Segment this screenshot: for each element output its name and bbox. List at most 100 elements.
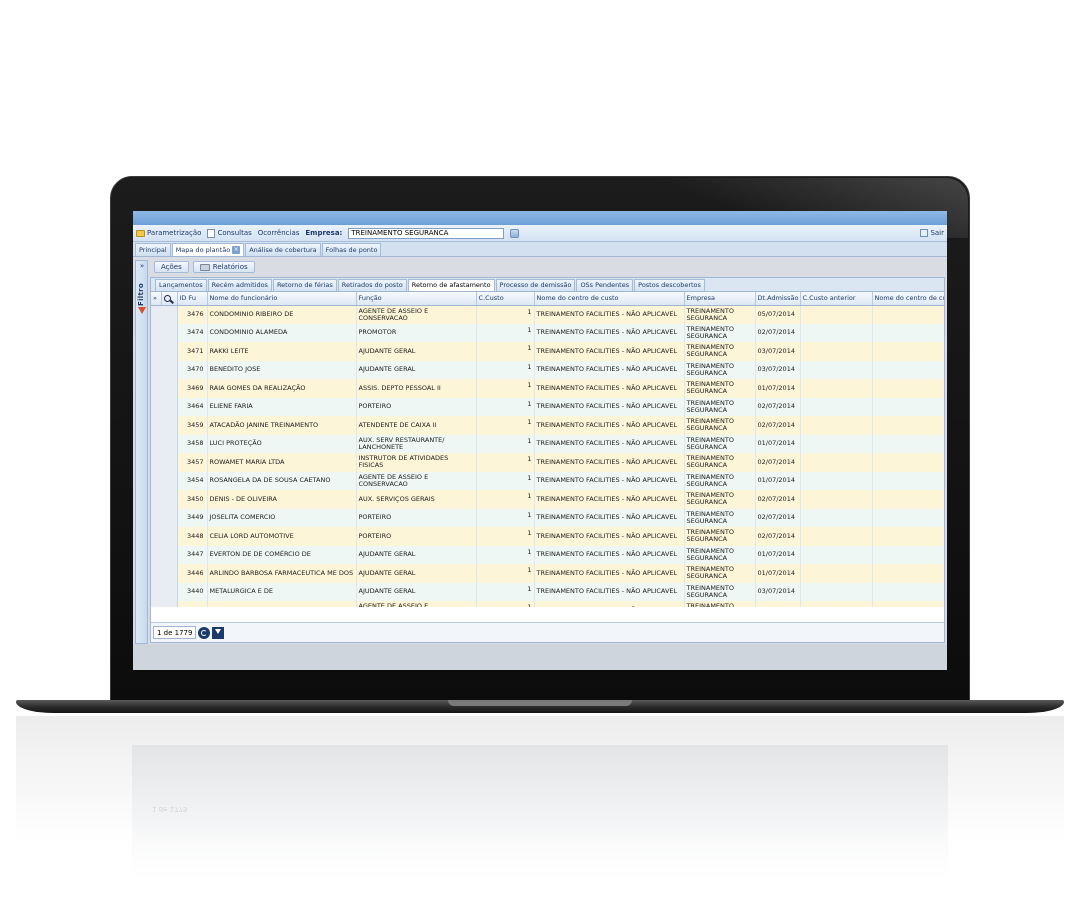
row-selector[interactable] (151, 434, 178, 453)
tab-analise-de-cobertura[interactable]: Análise de cobertura (245, 243, 321, 256)
download-icon[interactable] (212, 626, 225, 639)
row-selector[interactable] (151, 360, 178, 379)
header-search[interactable] (161, 292, 178, 306)
tab-mapa-do-plantao[interactable]: Mapa do plantão × (171, 243, 245, 256)
cell-admissao: 30/06/2014 (755, 601, 801, 607)
table-row[interactable]: 3450 DENIS - DE OLIVEIRA AUX. SERVIÇOS GER… (151, 490, 944, 509)
header-centro[interactable]: Nome do centro de custo (534, 292, 685, 306)
subtab-5[interactable]: Processo de demissão (495, 279, 576, 291)
cell-empty (800, 490, 873, 509)
subtab-0[interactable]: Lançamentos (155, 279, 207, 291)
cell-nome: CONDOMINIO ALAMEDA (207, 323, 357, 342)
menu-ocorrencias[interactable]: Ocorrências (258, 229, 300, 237)
row-selector[interactable] (151, 397, 178, 416)
row-selector[interactable] (151, 545, 178, 564)
menu-consultas[interactable]: Consultas (207, 228, 252, 238)
table-row[interactable]: 3454 ROSANGELA DA DE SOUSA CAETANO AGENTE … (151, 471, 944, 490)
tab-analise-label: Análise de cobertura (249, 246, 317, 254)
header-admissao[interactable]: Dt.Admissão (755, 292, 801, 306)
subtab-4[interactable]: Retorno de afastamento (407, 279, 495, 291)
cell-ccusto: 1 (476, 397, 535, 416)
row-selector[interactable] (151, 582, 178, 601)
cell-funcao: PORTEIRO (356, 508, 477, 527)
header-centro-anterior[interactable]: Nome do centro de custo (872, 292, 944, 306)
cell-ccusto: 1 (476, 471, 535, 490)
table-row[interactable]: 3459 ATACADÃO JANINE TREINAMENTO ATENDENTE… (151, 416, 944, 435)
table-row[interactable]: 3440 METALURGICA E DE AJUDANTE GERAL 1 TREIN… (151, 582, 944, 601)
table-row[interactable]: 3464 ELIENE FARIA PORTEIRO 1 TREINAMENTO FAC… (151, 397, 944, 416)
subtab-6[interactable]: OSs Pendentes (576, 279, 634, 291)
row-selector[interactable] (151, 490, 178, 509)
cell-empty (800, 545, 873, 564)
header-empresa[interactable]: Empresa (684, 292, 756, 306)
document-icon (207, 228, 216, 238)
cell-admissao: 03/07/2014 (755, 582, 801, 601)
subtab-1[interactable]: Recém admitidos (207, 279, 272, 291)
table-row[interactable]: 3470 BENEDITO JOSE AJUDANTE GERAL 1 TREINAME… (151, 360, 944, 379)
table-row[interactable]: 3446 ARLINDO BARBOSA FARMACEUTICA ME DOS A… (151, 564, 944, 583)
cell-nome: EVERTON DE DE COMÉRCIO DE (207, 545, 357, 564)
row-selector[interactable] (151, 453, 178, 472)
cell-nome: CONDOMINIO RIBEIRO DE (207, 305, 357, 324)
table-row[interactable]: 3448 CELIA LORD AUTOMOTIVE PORTEIRO 1 TREINA… (151, 527, 944, 546)
table-row[interactable]: 3474 CONDOMINIO ALAMEDA PROMOTOR 1 TREINAMEN… (151, 323, 944, 342)
subtab-7[interactable]: Postos descobertos (634, 279, 705, 291)
row-selector[interactable] (151, 564, 178, 583)
header-ccusto-anterior[interactable]: C.Custo anterior (800, 292, 873, 306)
cell-centro: TREINAMENTO FACILITIES - NÃO APLICAVEL (534, 323, 685, 342)
logout-button[interactable]: Sair (920, 229, 944, 237)
window-top-strip (133, 211, 947, 225)
row-selector[interactable] (151, 601, 178, 607)
cell-id: 3469 (177, 379, 208, 398)
expand-filter-icon[interactable]: » (137, 262, 147, 272)
cell-funcao: ASSIS. DEPTO PESSOAL II (356, 379, 477, 398)
app-screen: Parametrização Consultas Ocorrências Emp… (133, 211, 947, 670)
filter-panel-collapsed[interactable]: » Filtro (135, 260, 148, 644)
search-icon[interactable] (163, 294, 171, 302)
tab-principal[interactable]: Principal (135, 243, 171, 256)
table-row[interactable]: 3458 LUCI PROTEÇÃO AUX. SERV RESTAURANTE/ … (151, 434, 944, 453)
actions-button[interactable]: Ações (154, 261, 189, 273)
tab-folhas-label: Folhas de ponto (325, 246, 378, 254)
printer-icon (199, 263, 210, 271)
page-indicator[interactable]: 1 de 1779 (153, 626, 197, 639)
cell-funcao: INSTRUTOR DE ATIVIDADES FISICAS (356, 453, 477, 472)
cell-empty (872, 416, 944, 435)
cell-empty (872, 582, 944, 601)
row-selector[interactable] (151, 323, 178, 342)
cell-admissao: 02/07/2014 (755, 397, 801, 416)
row-selector[interactable] (151, 527, 178, 546)
table-row[interactable]: 3447 EVERTON DE DE COMÉRCIO DE AJUDANTE GE… (151, 545, 944, 564)
table-row[interactable]: 3469 RAIA GOMES DA REALIZAÇÃO ASSIS. DEPTO… (151, 379, 944, 398)
row-selector[interactable] (151, 416, 178, 435)
table-row[interactable]: 3457 ROWAMET MARIA LTDA INSTRUTOR DE ATIVI… (151, 453, 944, 472)
refresh-icon[interactable] (198, 626, 211, 639)
tab-folhas-de-ponto[interactable]: Folhas de ponto (321, 243, 382, 256)
cell-ccusto: 1 (476, 453, 535, 472)
company-dropdown-button[interactable] (510, 228, 520, 238)
cell-id: 3454 (177, 471, 208, 490)
cell-id: 3440 (177, 582, 208, 601)
row-selector[interactable] (151, 342, 178, 361)
subtab-3[interactable]: Retirados do posto (337, 279, 407, 291)
table-row[interactable]: 3476 CONDOMINIO RIBEIRO DE AGENTE DE ASSEI… (151, 305, 944, 324)
menu-parametrizacao[interactable]: Parametrização (136, 229, 201, 237)
table-row[interactable]: 3439THIAGO DOS GOMES DAAGENTE DE ASSEIO … (151, 601, 944, 607)
header-nome[interactable]: Nome do funcionário (207, 292, 357, 306)
table-row[interactable]: 3449 JOSELITA COMERCIO PORTEIRO 1 TREINAMENT… (151, 508, 944, 527)
cell-id: 3446 (177, 564, 208, 583)
row-selector[interactable] (151, 305, 178, 324)
header-funcao[interactable]: Função (356, 292, 477, 306)
close-tab-icon[interactable]: × (232, 246, 241, 254)
header-ccusto[interactable]: C.Custo (476, 292, 535, 306)
cell-empty (800, 323, 873, 342)
table-row[interactable]: 3471 RAKKI LEITE AJUDANTE GERAL 1 TREINAMENT… (151, 342, 944, 361)
cell-empresa: TREINAMENTO SEGURANCA (684, 323, 756, 342)
reports-button[interactable]: Relatórios (192, 261, 255, 273)
subtab-2[interactable]: Retorno de férias (272, 279, 337, 291)
row-selector[interactable] (151, 471, 178, 490)
company-select[interactable]: TREINAMENTO SEGURANCA (348, 227, 505, 239)
row-selector[interactable] (151, 379, 178, 398)
row-selector[interactable] (151, 508, 178, 527)
header-id[interactable]: ID Fu (177, 292, 208, 306)
